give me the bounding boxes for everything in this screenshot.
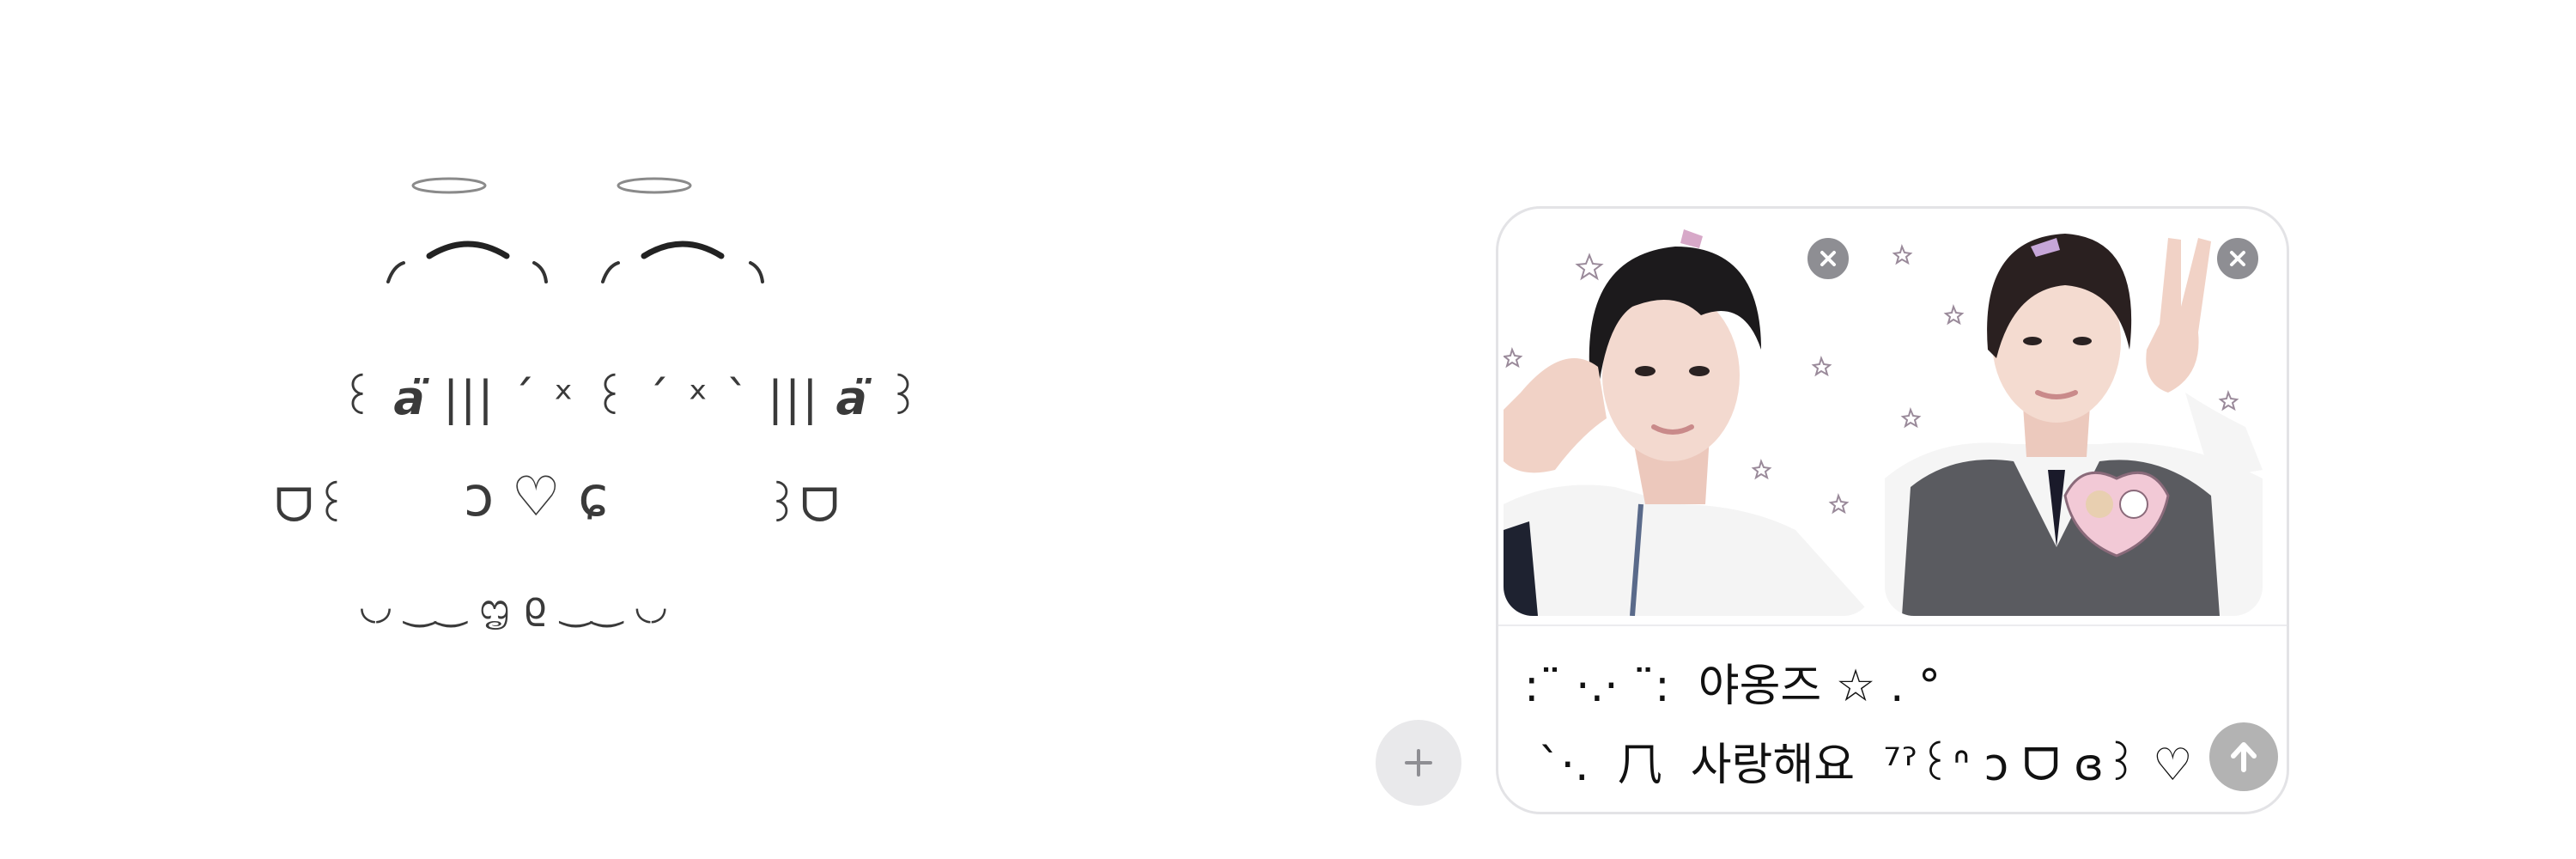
photo-2-image [1885, 221, 2263, 616]
send-button[interactable] [2209, 722, 2278, 791]
halo-left [411, 177, 487, 194]
arrow-up-icon [2231, 742, 2257, 772]
attachment-tray [1498, 209, 2287, 628]
kaomoji-eyes: ꒰ 𝙖̈ ||| ´ ˣ ꒰ ´ ˣ ` ||| 𝙖̈ ꒱ [339, 371, 924, 425]
message-composer: :¨ ·.· ¨: 야옹즈 ☆ . ° `·. ⺇ 사랑해요 ⁷ˀ꒰ᐢ ɔ ᗜ … [1496, 206, 2289, 814]
add-attachment-button[interactable] [1376, 720, 1461, 806]
message-line-2: `·. ⺇ 사랑해요 ⁷ˀ꒰ᐢ ɔ ᗜ ɞ꒱ ♡ [1524, 740, 2193, 791]
close-icon [2230, 251, 2245, 266]
message-line-1: :¨ ·.· ¨: 야옹즈 ☆ . ° [1524, 661, 1941, 712]
plus-icon [1405, 749, 1432, 777]
message-input[interactable]: :¨ ·.· ¨: 야옹즈 ☆ . ° `·. ⺇ 사랑해요 ⁷ˀ꒰ᐢ ɔ ᗜ … [1524, 647, 2211, 805]
attachment-photo-2[interactable] [1885, 221, 2263, 616]
kaomoji-mouth-right: ꒱ᗜ [764, 478, 840, 533]
remove-attachment-2-button[interactable] [2214, 235, 2262, 283]
remove-attachment-1-button[interactable] [1804, 235, 1852, 283]
kaomoji-bottom: ◟◞ ‿‿ ᦗ ϱ ‿‿ ◟◞ [361, 584, 667, 628]
close-icon [1820, 251, 1836, 266]
kaomoji-mouth-left: ᗜ꒰ [275, 478, 350, 533]
composer-divider [1498, 624, 2287, 626]
kaomoji-art: ꒰ 𝙖̈ ||| ´ ˣ ꒰ ´ ˣ ` ||| 𝙖̈ ꒱ ᗜ꒰ ɔ ♡ ɕ ꒱… [258, 155, 921, 687]
kaomoji-mouth-center: ɔ ♡ ɕ [464, 466, 609, 529]
halo-right [617, 177, 692, 194]
